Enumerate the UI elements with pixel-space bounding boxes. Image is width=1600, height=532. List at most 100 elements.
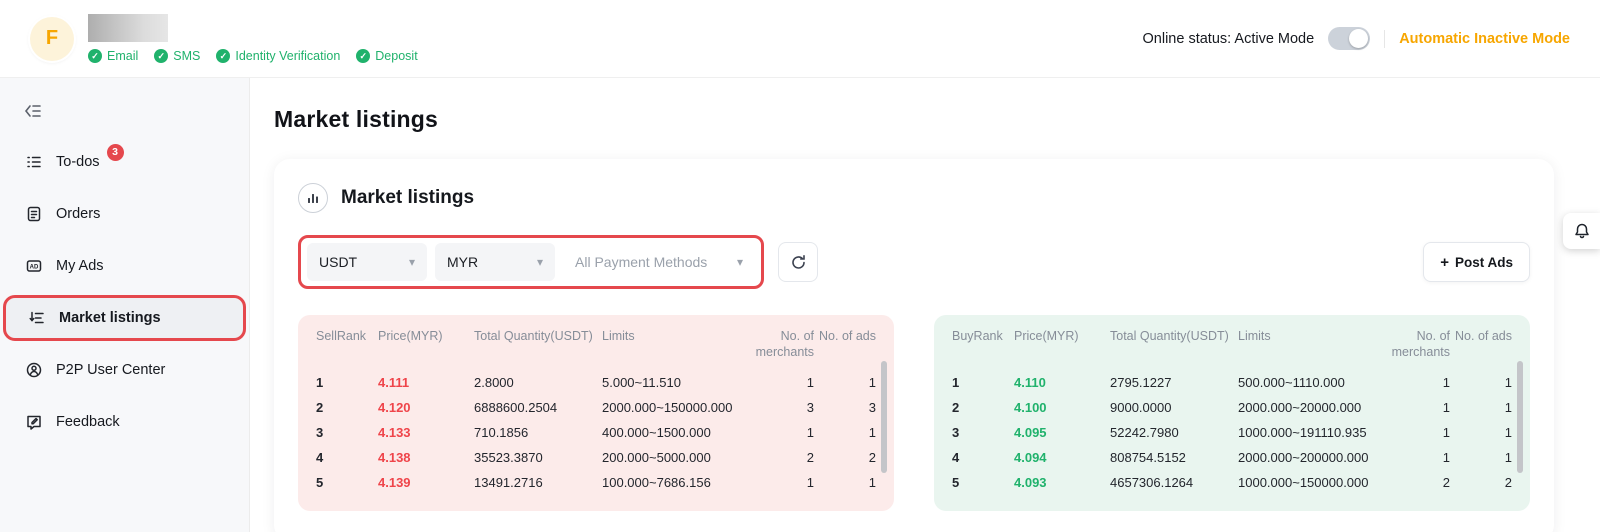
fiat-dropdown[interactable]: MYR ▾ <box>435 243 555 281</box>
table-cell: 1 <box>1390 425 1450 440</box>
chevron-down-icon: ▾ <box>409 255 415 269</box>
table-cell: 1 <box>1390 375 1450 390</box>
buy-table-scrollbar[interactable] <box>1517 361 1523 473</box>
my-ads-icon: AD <box>24 257 43 276</box>
column-header: No. of ads <box>1454 329 1512 345</box>
filter-group-highlight-annotation: USDT ▾ MYR ▾ All Payment Methods ▾ <box>298 235 764 289</box>
sidebar-collapse-button[interactable] <box>24 102 44 120</box>
table-cell: 1 <box>818 475 876 490</box>
page-body: To-dos 3 Orders AD My Ads <box>0 78 1600 532</box>
order-book-tables: SellRankPrice(MYR)Total Quantity(USDT)Li… <box>298 315 1530 511</box>
market-listings-card: Market listings USDT ▾ MYR ▾ All Pa <box>274 159 1554 532</box>
table-row: 34.09552242.79801000.000~191110.93511 <box>952 420 1512 445</box>
table-cell: 2.8000 <box>474 375 598 390</box>
app-window: F ✓ Email ✓ SMS ✓ Identity Verification … <box>0 0 1600 532</box>
column-header: No. of ads <box>818 329 876 345</box>
table-cell: 1 <box>952 375 1010 390</box>
table-cell: 1 <box>818 425 876 440</box>
verification-identity: ✓ Identity Verification <box>216 49 340 63</box>
sell-table-scrollbar[interactable] <box>881 361 887 473</box>
asset-dropdown[interactable]: USDT ▾ <box>307 243 427 281</box>
todos-badge: 3 <box>107 144 124 161</box>
feedback-icon <box>24 413 43 432</box>
sidebar-item-label: Market listings <box>59 310 161 326</box>
sell-table-header: SellRankPrice(MYR)Total Quantity(USDT)Li… <box>316 329 876 370</box>
table-cell: 3 <box>316 425 374 440</box>
price-cell: 4.094 <box>1014 450 1106 465</box>
main-content: Market listings Market listings USDT ▾ <box>250 78 1600 532</box>
sidebar-item-my-ads[interactable]: AD My Ads <box>0 240 249 292</box>
table-cell: 1 <box>1454 375 1512 390</box>
price-cell: 4.120 <box>378 400 470 415</box>
table-cell: 2000.000~150000.000 <box>602 400 750 415</box>
sidebar-item-label: Orders <box>56 206 100 222</box>
table-row: 54.13913491.2716100.000~7686.15611 <box>316 470 876 495</box>
chart-icon <box>298 183 328 213</box>
buy-table-header: BuyRankPrice(MYR)Total Quantity(USDT)Lim… <box>952 329 1512 370</box>
table-cell: 6888600.2504 <box>474 400 598 415</box>
table-row: 14.1102795.1227500.000~1110.00011 <box>952 370 1512 395</box>
table-row: 34.133710.1856400.000~1500.00011 <box>316 420 876 445</box>
payment-dropdown-value: All Payment Methods <box>575 254 707 270</box>
price-cell: 4.110 <box>1014 375 1106 390</box>
table-cell: 710.1856 <box>474 425 598 440</box>
post-ads-button[interactable]: + Post Ads <box>1423 242 1530 282</box>
table-cell: 13491.2716 <box>474 475 598 490</box>
filter-row: USDT ▾ MYR ▾ All Payment Methods ▾ <box>298 235 1530 289</box>
verification-deposit: ✓ Deposit <box>356 49 417 63</box>
table-row: 54.0934657306.12641000.000~150000.00022 <box>952 470 1512 495</box>
sidebar-item-label: P2P User Center <box>56 362 165 378</box>
sidebar-item-feedback[interactable]: Feedback <box>0 396 249 448</box>
refresh-button[interactable] <box>778 242 818 282</box>
column-header: SellRank <box>316 329 374 345</box>
table-cell: 200.000~5000.000 <box>602 450 750 465</box>
sidebar-item-label: My Ads <box>56 258 104 274</box>
chevron-down-icon: ▾ <box>537 255 543 269</box>
header-right: Online status: Active Mode Automatic Ina… <box>1143 27 1570 50</box>
avatar[interactable]: F <box>30 17 74 61</box>
collapse-icon <box>24 103 42 119</box>
bell-icon <box>1573 222 1591 240</box>
table-cell: 4657306.1264 <box>1110 475 1234 490</box>
table-cell: 1000.000~191110.935 <box>1238 425 1386 440</box>
table-cell: 2000.000~20000.000 <box>1238 400 1386 415</box>
table-cell: 52242.7980 <box>1110 425 1234 440</box>
sidebar-item-label: To-dos <box>56 154 100 170</box>
todos-icon <box>24 153 43 172</box>
table-cell: 2 <box>1454 475 1512 490</box>
sidebar: To-dos 3 Orders AD My Ads <box>0 78 250 532</box>
sidebar-item-label: Feedback <box>56 414 120 430</box>
table-cell: 3 <box>754 400 814 415</box>
table-cell: 2 <box>818 450 876 465</box>
username-redacted <box>88 14 168 42</box>
sell-table-body: 14.1112.80005.000~11.5101124.1206888600.… <box>316 370 876 495</box>
verification-label: Email <box>107 49 138 63</box>
market-listings-icon <box>27 309 46 328</box>
table-cell: 100.000~7686.156 <box>602 475 750 490</box>
sidebar-item-market-listings[interactable]: Market listings <box>3 295 246 341</box>
table-cell: 1 <box>818 375 876 390</box>
check-icon: ✓ <box>216 49 230 63</box>
column-header: No. of merchants <box>1390 329 1450 360</box>
automatic-inactive-mode-link[interactable]: Automatic Inactive Mode <box>1399 31 1570 47</box>
table-row: 44.094808754.51522000.000~200000.00011 <box>952 445 1512 470</box>
sidebar-item-todos[interactable]: To-dos 3 <box>0 136 249 188</box>
verification-label: Deposit <box>375 49 417 63</box>
verification-email: ✓ Email <box>88 49 138 63</box>
table-cell: 1000.000~150000.000 <box>1238 475 1386 490</box>
table-cell: 35523.3870 <box>474 450 598 465</box>
card-title: Market listings <box>341 187 474 209</box>
table-cell: 500.000~1110.000 <box>1238 375 1386 390</box>
top-header: F ✓ Email ✓ SMS ✓ Identity Verification … <box>0 0 1600 78</box>
column-header: Price(MYR) <box>1014 329 1106 345</box>
table-row: 24.1009000.00002000.000~20000.00011 <box>952 395 1512 420</box>
payment-methods-dropdown[interactable]: All Payment Methods ▾ <box>563 243 755 281</box>
announcement-bell-button[interactable] <box>1563 213 1600 249</box>
verification-sms: ✓ SMS <box>154 49 200 63</box>
sidebar-item-orders[interactable]: Orders <box>0 188 249 240</box>
sidebar-item-p2p-user-center[interactable]: P2P User Center <box>0 344 249 396</box>
table-cell: 2000.000~200000.000 <box>1238 450 1386 465</box>
online-status-toggle[interactable] <box>1328 27 1370 50</box>
table-cell: 1 <box>1390 400 1450 415</box>
table-cell: 2 <box>952 400 1010 415</box>
